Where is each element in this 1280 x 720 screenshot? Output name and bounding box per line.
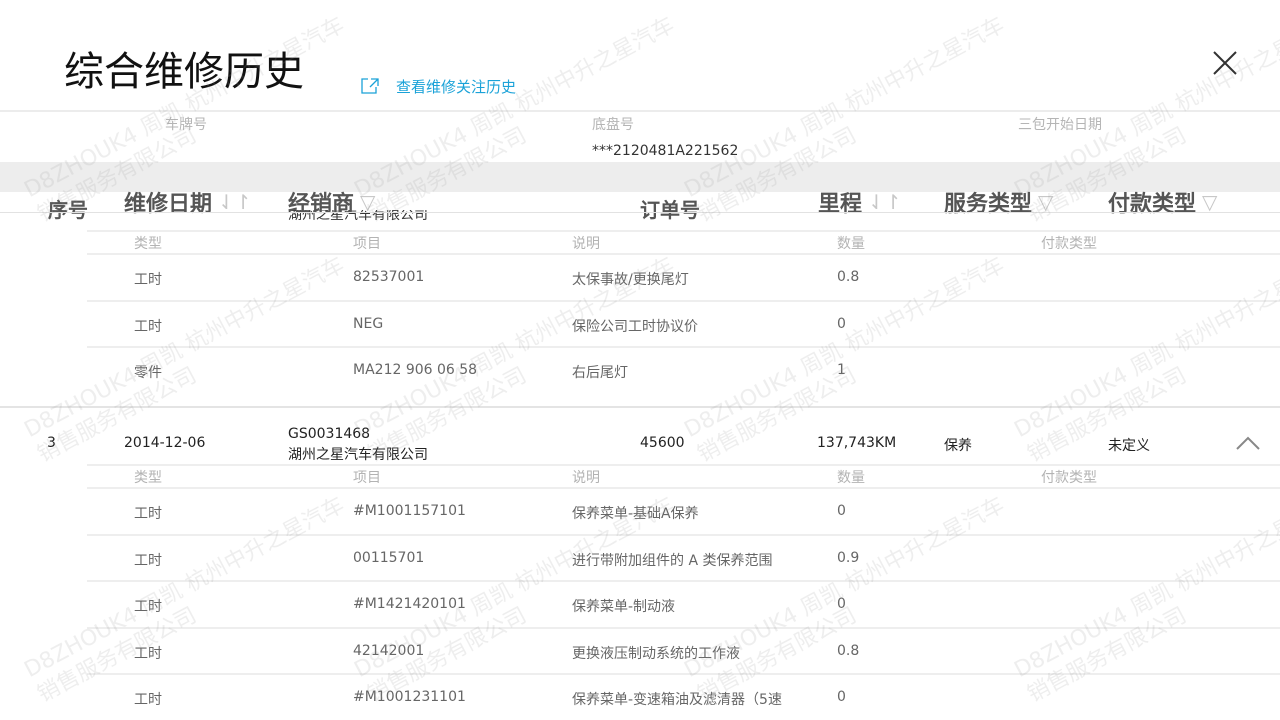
detail-cell-type: 工时: [134, 319, 162, 335]
detail-cell-description: 右后尾灯: [572, 365, 628, 381]
detail-cell-type: 工时: [134, 506, 162, 522]
detail-cell-item: #M1421420101: [353, 596, 466, 612]
detail-cell-quantity: 0: [837, 503, 846, 519]
detail-cell-quantity: 0.8: [837, 269, 860, 285]
detail-cell-item: 82537001: [353, 269, 425, 285]
record-order: 45600: [640, 435, 685, 451]
record-date: 2014-12-06: [124, 435, 206, 451]
divider: [0, 406, 1280, 408]
page-title: 综合维修历史: [64, 49, 304, 95]
detail-cell-type: 工时: [134, 272, 162, 288]
record-dealer-code: GS0031468: [288, 426, 371, 442]
divider: [87, 627, 1280, 629]
column-header-date[interactable]: 维修日期 ⇃↾: [124, 186, 252, 218]
divider: [87, 230, 1280, 232]
filter-icon[interactable]: ▽: [1202, 190, 1217, 214]
detail-cell-item: NEG: [353, 316, 384, 332]
chassis-value: ***2120481A221562: [592, 143, 739, 159]
warranty-start-label: 三包开始日期: [1018, 117, 1102, 133]
detail-cell-quantity: 0: [837, 596, 846, 612]
record-mileage: 137,743KM: [817, 435, 897, 451]
watermark: D8ZHOUK4 周凯 杭州中升之星汽车销售服务有限公司: [1010, 492, 1280, 708]
detail-header-item: 项目: [353, 236, 381, 252]
record-dealer-name: 湖州之星汽车有限公司: [288, 447, 428, 463]
column-header-date-label: 维修日期: [124, 192, 213, 217]
detail-header-description: 说明: [572, 236, 600, 252]
detail-header-payment: 付款类型: [1041, 236, 1097, 252]
column-header-order: 订单号: [640, 198, 700, 222]
record-payment-type: 未定义: [1108, 438, 1150, 454]
detail-cell-item: #M1001231101: [353, 689, 466, 705]
detail-cell-item: MA212 906 06 58: [353, 362, 478, 378]
column-header-payment-type[interactable]: 付款类型 ▽: [1108, 186, 1217, 218]
divider: [87, 346, 1280, 348]
detail-cell-quantity: 0: [837, 689, 846, 705]
detail-header-description: 说明: [572, 470, 600, 486]
divider: [87, 464, 1280, 466]
watermark: D8ZHOUK4 周凯 杭州中升之星汽车销售服务有限公司: [20, 492, 349, 708]
detail-cell-item: 42142001: [353, 643, 425, 659]
filter-icon[interactable]: ▽: [360, 190, 375, 214]
watermark: D8ZHOUK4 周凯 杭州中升之星汽车销售服务有限公司: [680, 492, 1009, 708]
detail-cell-quantity: 0.9: [837, 550, 860, 566]
divider: [87, 487, 1280, 489]
plate-label: 车牌号: [165, 117, 207, 133]
column-header-service-type[interactable]: 服务类型 ▽: [944, 186, 1053, 218]
detail-cell-type: 工时: [134, 599, 162, 615]
detail-cell-quantity: 1: [837, 362, 846, 378]
divider: [0, 110, 1280, 112]
detail-cell-description: 保养菜单-基础A保养: [572, 506, 699, 522]
detail-cell-item: #M1001157101: [353, 503, 466, 519]
close-icon[interactable]: [1210, 48, 1240, 78]
chevron-up-icon[interactable]: [1234, 434, 1262, 452]
detail-cell-description: 太保事故/更换尾灯: [572, 272, 689, 288]
detail-header-type: 类型: [134, 236, 162, 252]
column-header-payment-type-label: 付款类型: [1108, 192, 1197, 217]
view-maintenance-attention-history-link[interactable]: 查看维修关注历史: [360, 74, 516, 98]
column-header-index: 序号: [48, 198, 88, 222]
detail-cell-description: 保养菜单-变速箱油及滤清器（5速: [572, 692, 782, 708]
divider: [87, 300, 1280, 302]
chassis-label: 底盘号: [592, 117, 634, 133]
divider: [87, 253, 1280, 255]
sort-icon[interactable]: ⇃↾: [218, 190, 252, 214]
detail-cell-description: 进行带附加组件的 A 类保养范围: [572, 553, 773, 569]
column-header-mileage[interactable]: 里程 ⇃↾: [818, 186, 902, 218]
detail-header-quantity: 数量: [837, 236, 865, 252]
filter-icon[interactable]: ▽: [1038, 190, 1053, 214]
detail-cell-description: 保险公司工时协议价: [572, 319, 698, 335]
detail-cell-quantity: 0: [837, 316, 846, 332]
detail-cell-description: 更换液压制动系统的工作液: [572, 646, 740, 662]
detail-cell-type: 零件: [134, 365, 162, 381]
external-link-icon: [360, 77, 380, 95]
column-header-service-type-label: 服务类型: [944, 192, 1033, 217]
detail-header-payment: 付款类型: [1041, 470, 1097, 486]
detail-header-type: 类型: [134, 470, 162, 486]
detail-header-item: 项目: [353, 470, 381, 486]
link-label: 查看维修关注历史: [396, 77, 517, 96]
divider: [87, 580, 1280, 582]
record-service-type: 保养: [944, 438, 972, 454]
detail-header-quantity: 数量: [837, 470, 865, 486]
record-index: 3: [47, 435, 56, 451]
column-header-dealer-label: 经销商: [288, 192, 355, 217]
divider: [0, 212, 1280, 213]
detail-cell-item: 00115701: [353, 550, 425, 566]
sort-icon[interactable]: ⇃↾: [868, 190, 902, 214]
column-header-dealer[interactable]: 经销商 ▽: [288, 186, 375, 218]
divider: [87, 673, 1280, 675]
detail-cell-type: 工时: [134, 692, 162, 708]
detail-cell-type: 工时: [134, 553, 162, 569]
detail-cell-description: 保养菜单-制动液: [572, 599, 676, 615]
detail-cell-quantity: 0.8: [837, 643, 860, 659]
detail-cell-type: 工时: [134, 646, 162, 662]
column-header-mileage-label: 里程: [818, 192, 863, 217]
divider: [87, 534, 1280, 536]
